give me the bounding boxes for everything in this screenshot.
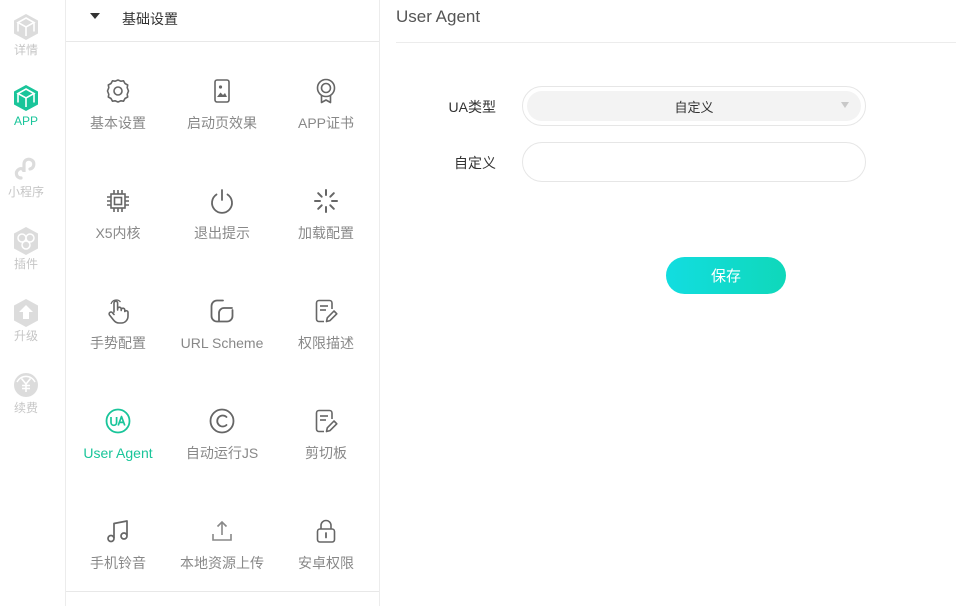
lock-icon [311, 516, 341, 546]
rail-item-label: APP [13, 114, 38, 128]
rail-item-label: 插件 [13, 257, 38, 271]
tile-label: 加载配置 [298, 225, 354, 241]
ua-icon [103, 406, 133, 436]
tile-label: 基本设置 [90, 115, 146, 131]
page-title: User Agent [396, 7, 481, 26]
tile-label: 手势配置 [90, 335, 146, 351]
url-scheme-icon [207, 296, 237, 326]
tile-auto-run-js[interactable]: 自动运行JS [170, 388, 274, 468]
app-root: 详情 APP 小程序 插件 升级 续费 基础设置 基本设置 启动页效果 APP证… [0, 0, 956, 606]
dropdown-arrow-icon [841, 102, 849, 108]
tile-label: 权限描述 [298, 335, 354, 351]
custom-ua-input[interactable] [522, 142, 866, 182]
rail-item-label: 升级 [13, 329, 38, 343]
tile-clipboard[interactable]: 剪切板 [274, 388, 378, 468]
rail-item-upgrade[interactable]: 升级 [0, 298, 52, 356]
rail-item-mini-program[interactable]: 小程序 [0, 154, 52, 212]
save-button[interactable]: 保存 [666, 257, 786, 294]
splash-image-icon [207, 76, 237, 106]
tile-label: 剪切板 [305, 445, 347, 461]
rail-item-app[interactable]: APP [0, 83, 52, 141]
copyright-c-icon [207, 406, 237, 436]
upload-icon [207, 516, 237, 546]
tile-android-permissions[interactable]: 安卓权限 [274, 498, 378, 578]
title-divider [396, 42, 956, 43]
upgrade-arrow-icon [11, 298, 41, 328]
tile-label: 退出提示 [194, 225, 250, 241]
power-icon [207, 186, 237, 216]
gear-icon [103, 76, 133, 106]
loading-spinner-icon [311, 186, 341, 216]
rail-item-renew[interactable]: 续费 [0, 370, 52, 428]
plugin-hexagons-icon [11, 226, 41, 256]
tile-permission-description[interactable]: 权限描述 [274, 278, 378, 358]
tile-label: 启动页效果 [187, 115, 257, 131]
tile-local-resource-upload[interactable]: 本地资源上传 [170, 498, 274, 578]
main-content: User Agent UA类型 自定义 自定义 保存 [380, 0, 956, 606]
ua-type-label: UA类型 [448, 99, 496, 115]
tile-label: APP证书 [297, 115, 354, 131]
tile-basic-settings[interactable]: 基本设置 [66, 58, 170, 138]
tile-splash-effect[interactable]: 启动页效果 [170, 58, 274, 138]
tile-label: User Agent [83, 445, 153, 461]
rail-item-details[interactable]: 详情 [0, 12, 52, 70]
caret-down-icon [90, 13, 100, 19]
tile-label: 本地资源上传 [180, 555, 264, 571]
music-note-icon [103, 516, 133, 546]
tile-ringtone[interactable]: 手机铃音 [66, 498, 170, 578]
settings-panel: 基础设置 基本设置 启动页效果 APP证书 X5内核 退出提示 加载配置 手势配… [66, 0, 380, 606]
clipboard-edit-icon [311, 406, 341, 436]
section-header-basic-settings[interactable]: 基础设置 [66, 0, 379, 42]
rail-item-label: 续费 [13, 401, 38, 415]
cube-outline-icon [11, 12, 41, 42]
rail-item-label: 详情 [13, 43, 38, 57]
renew-yuan-icon [11, 370, 41, 400]
panel-divider [66, 591, 379, 592]
tile-gesture-config[interactable]: 手势配置 [66, 278, 170, 358]
tile-label: 手机铃音 [90, 555, 146, 571]
tile-app-certificate[interactable]: APP证书 [274, 58, 378, 138]
rail-item-plugins[interactable]: 插件 [0, 226, 52, 284]
tile-user-agent[interactable]: User Agent [66, 388, 170, 468]
tile-label: 安卓权限 [298, 555, 354, 571]
certificate-badge-icon [311, 76, 341, 106]
custom-label: 自定义 [454, 155, 496, 171]
tile-label: 自动运行JS [185, 445, 259, 461]
left-rail: 详情 APP 小程序 插件 升级 续费 [0, 0, 66, 606]
tile-loading-config[interactable]: 加载配置 [274, 168, 378, 248]
tile-url-scheme[interactable]: URL Scheme [170, 278, 274, 358]
edit-document-icon [311, 296, 341, 326]
chip-icon [103, 186, 133, 216]
tile-x5-kernel[interactable]: X5内核 [66, 168, 170, 248]
rail-item-label: 小程序 [7, 185, 44, 199]
mini-program-icon [11, 154, 41, 184]
cube-icon [11, 83, 41, 113]
hand-gesture-icon [103, 296, 133, 326]
section-title: 基础设置 [122, 11, 178, 27]
tile-label: URL Scheme [180, 335, 264, 351]
tile-exit-prompt[interactable]: 退出提示 [170, 168, 274, 248]
ua-type-select[interactable]: 自定义 [522, 86, 866, 126]
ua-type-selected-value: 自定义 [527, 91, 861, 121]
tile-label: X5内核 [95, 225, 141, 241]
